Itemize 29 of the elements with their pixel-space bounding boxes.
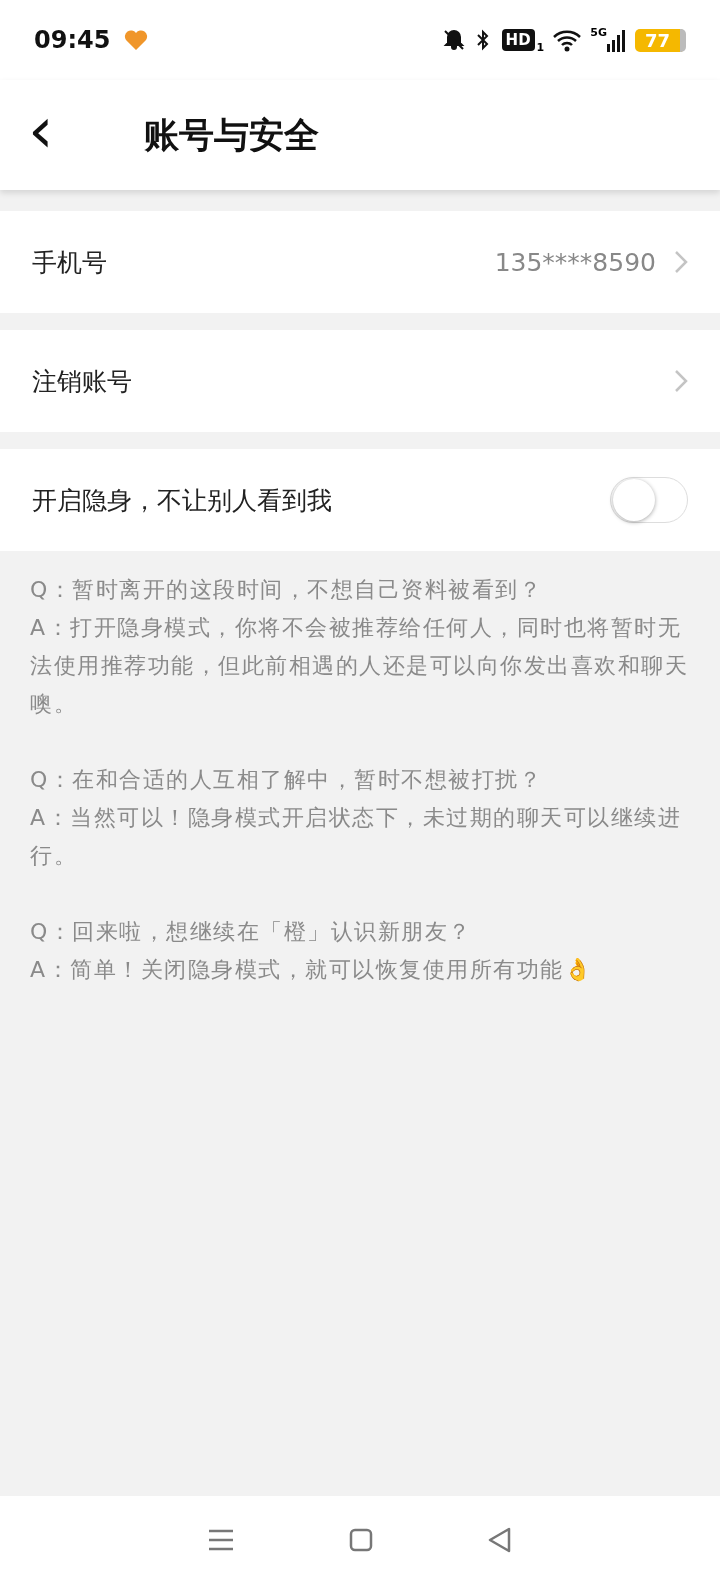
back-icon[interactable] bbox=[487, 1527, 513, 1553]
menu-row[interactable]: 手机号 135****8590 bbox=[0, 211, 720, 313]
faq-answer: A：当然可以！隐身模式开启状态下，未过期的聊天可以继续进行。 bbox=[30, 804, 683, 870]
faq-answer: A：简单！关闭隐身模式，就可以恢复使用所有功能👌 bbox=[30, 956, 594, 984]
row-label: 手机号 bbox=[32, 246, 108, 279]
menu-row[interactable]: 注销账号 bbox=[0, 330, 720, 432]
row-label: 开启隐身，不让别人看到我 bbox=[32, 484, 333, 517]
faq-question: Q：回来啦，想继续在「橙」认识新朋友？ bbox=[30, 918, 473, 946]
menu-icon[interactable] bbox=[207, 1528, 235, 1552]
faq-question: Q：在和合适的人互相了解中，暂时不想被打扰？ bbox=[30, 766, 544, 794]
battery-indicator: 77 bbox=[634, 28, 686, 52]
page-title: 账号与安全 bbox=[144, 113, 319, 157]
row-label: 注销账号 bbox=[32, 365, 133, 398]
back-button[interactable]: ‹ bbox=[0, 100, 120, 170]
bell-off-icon bbox=[441, 28, 466, 52]
sim-number: 1 bbox=[536, 41, 545, 54]
toggle-switch[interactable] bbox=[610, 477, 688, 523]
faq-answer: A：打开隐身模式，你将不会被推荐给任何人，同时也将暂时无法使用推荐功能，但此前相遇的人还是可以向你发出喜欢和聊天噢。 bbox=[30, 614, 689, 718]
signal-icon bbox=[606, 28, 627, 52]
network-label: 5G bbox=[590, 26, 607, 39]
wifi-icon bbox=[552, 28, 583, 52]
status-time: 09:45 bbox=[34, 26, 111, 54]
row-value: 135****8590 bbox=[494, 247, 656, 277]
heart-icon bbox=[124, 29, 149, 51]
chevron-right-icon bbox=[674, 369, 688, 393]
home-icon[interactable] bbox=[349, 1528, 373, 1552]
hd-badge: HD bbox=[501, 29, 535, 51]
chevron-right-icon bbox=[674, 250, 688, 274]
faq-question: Q：暂时离开的这段时间，不想自己资料被看到？ bbox=[30, 576, 544, 604]
